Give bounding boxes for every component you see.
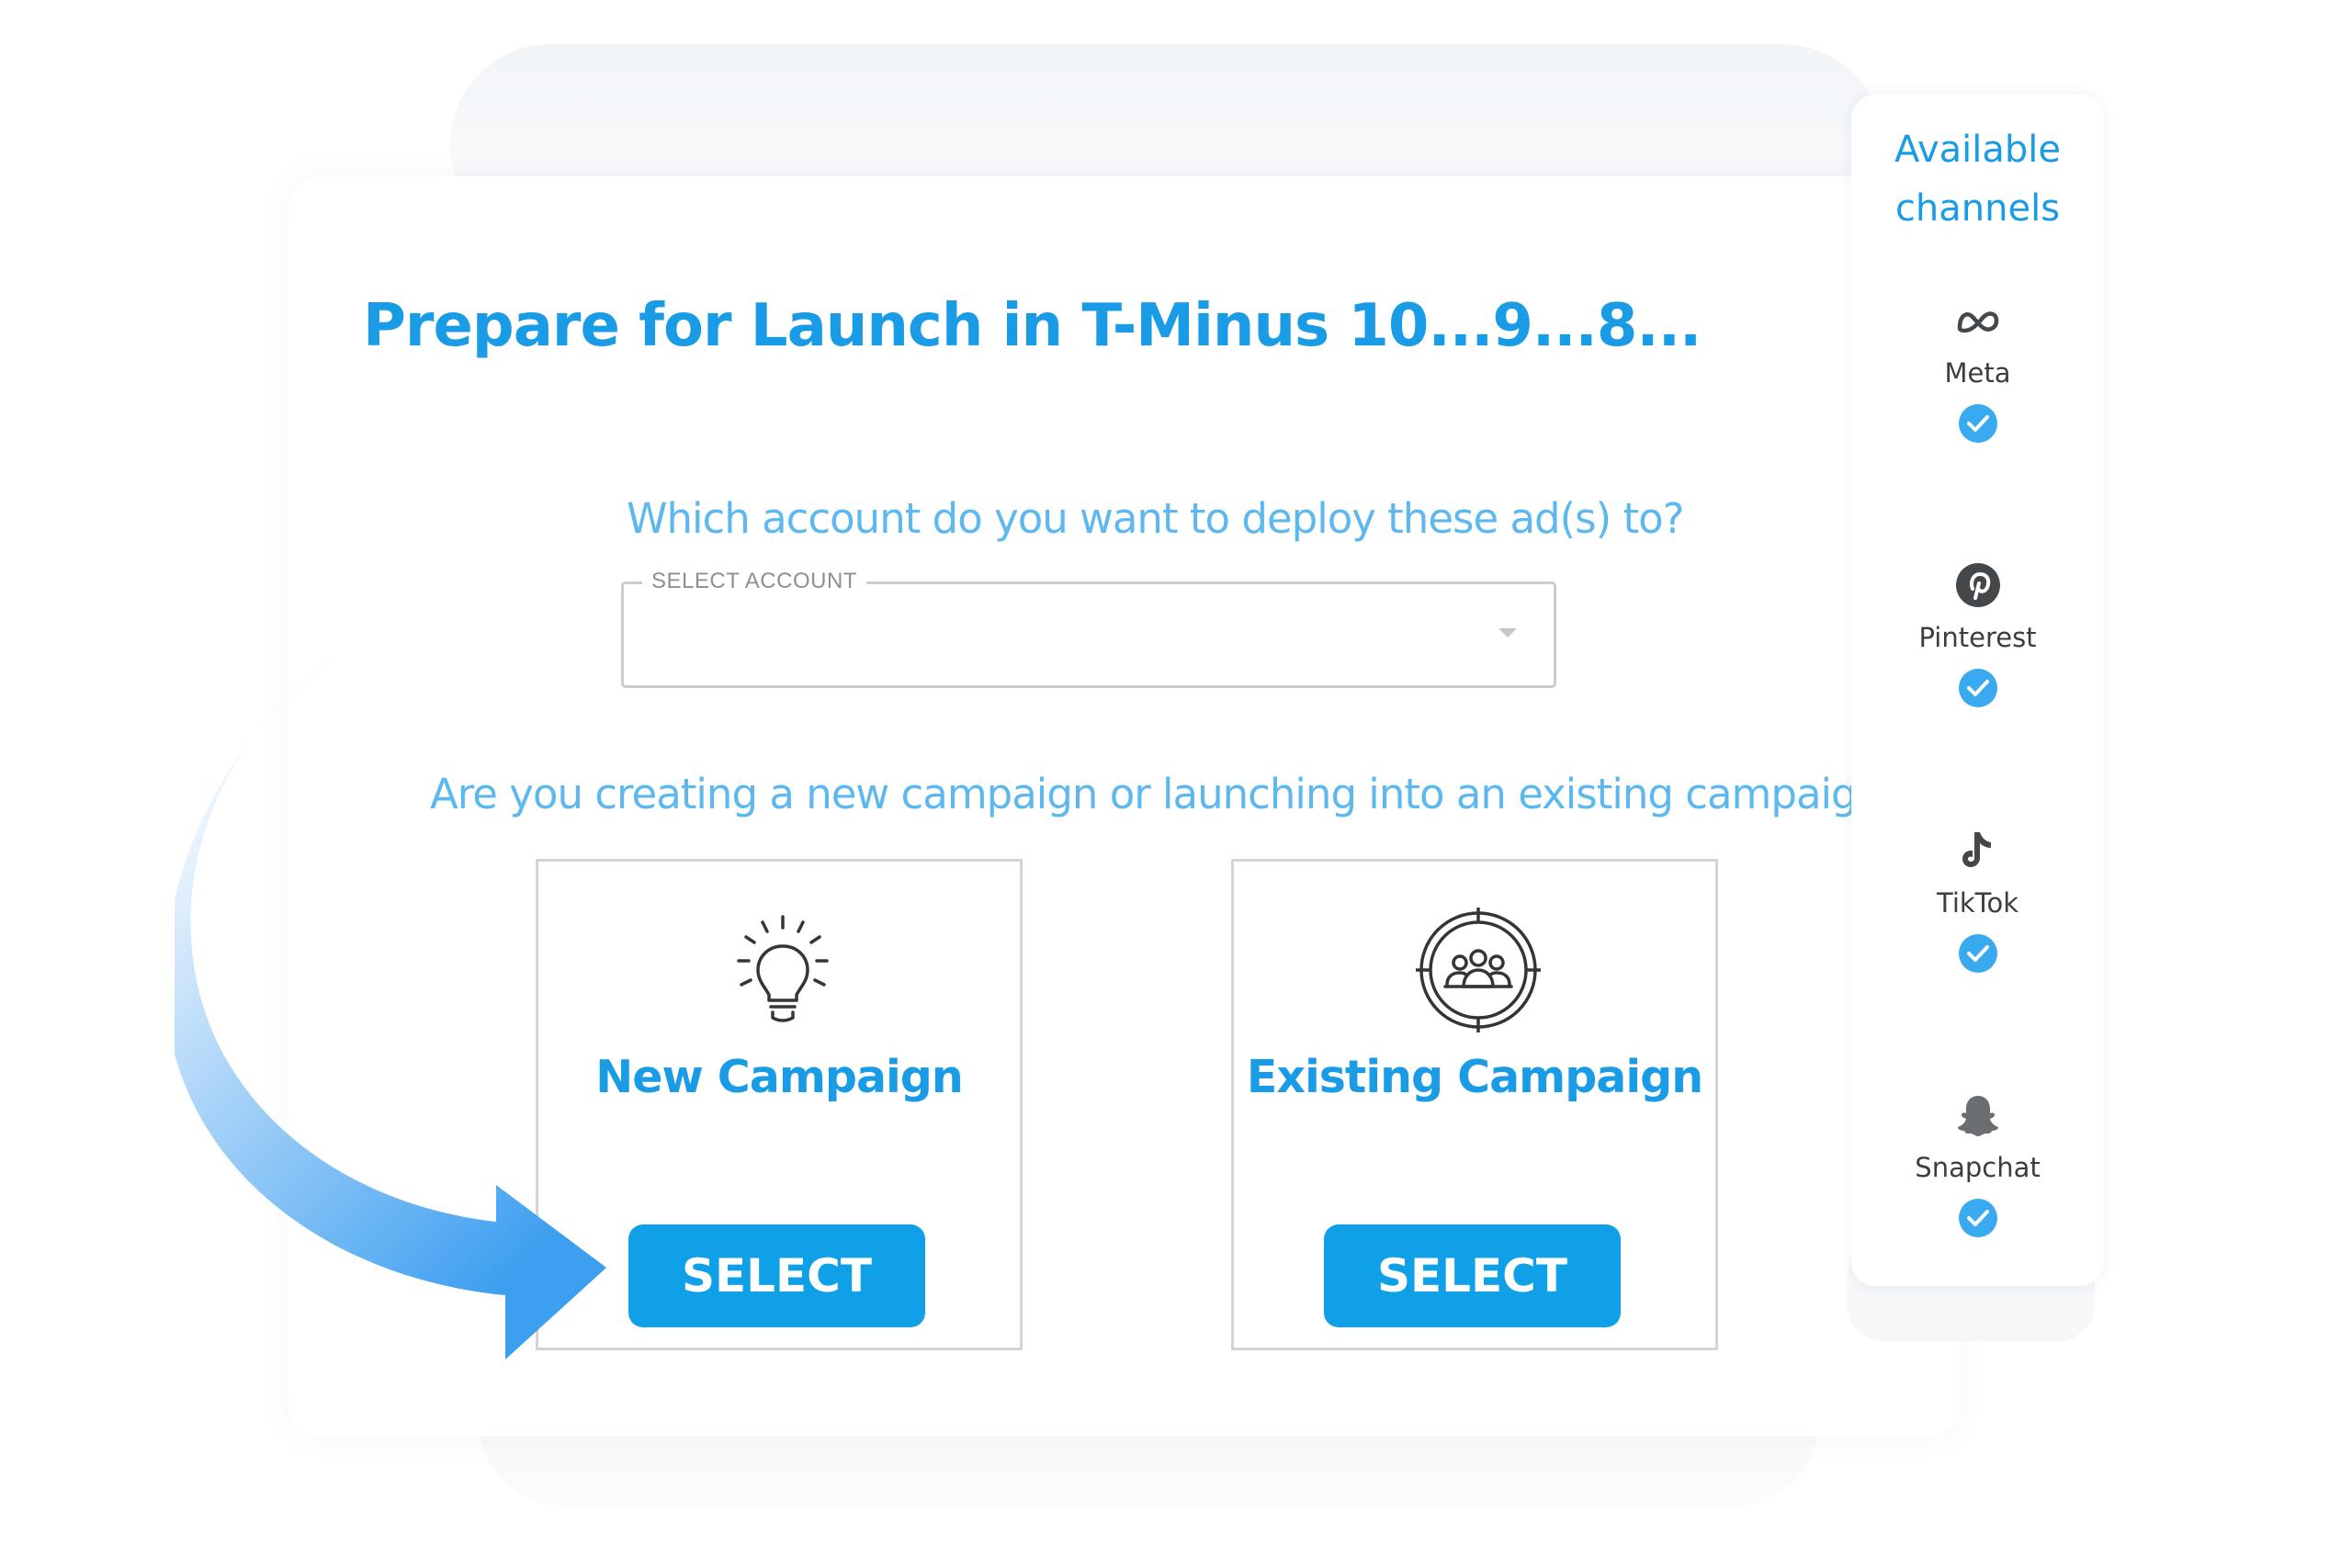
snapchat-icon <box>1958 1096 1998 1136</box>
chevron-down-icon[interactable] <box>1498 628 1517 637</box>
new-campaign-title: New Campaign <box>595 1051 964 1103</box>
channel-label: Snapchat <box>1915 1152 2041 1183</box>
channel-label: Meta <box>1944 357 2011 389</box>
check-icon <box>1959 934 1997 973</box>
channel-label: TikTok <box>1937 887 2018 919</box>
channels-title: Available channels <box>1894 129 2062 230</box>
campaign-question: Are you creating a new campaign or launc… <box>430 770 1904 818</box>
channel-snapchat: Snapchat <box>1851 1091 2104 1275</box>
available-channels-panel: Available channels Meta Pinterest TikTok <box>1851 95 2104 1286</box>
check-icon <box>1959 1199 1997 1237</box>
channel-tiktok: TikTok <box>1851 827 2104 1010</box>
tiktok-icon <box>1962 832 1991 867</box>
channel-label: Pinterest <box>1918 622 2037 653</box>
check-icon <box>1959 669 1997 707</box>
channel-pinterest: Pinterest <box>1851 561 2104 745</box>
new-campaign-card: New Campaign SELECT <box>536 859 1023 1350</box>
page-title: Prepare for Launch in T-Minus 10...9...8… <box>363 292 1702 360</box>
account-question: Which account do you want to deploy thes… <box>627 494 1685 543</box>
lightbulb-icon <box>737 915 829 1022</box>
curved-arrow-icon <box>175 643 606 1359</box>
meta-icon <box>1957 311 1999 333</box>
account-select[interactable]: SELECT ACCOUNT <box>621 569 1556 688</box>
channel-meta: Meta <box>1851 297 2104 480</box>
existing-campaign-title: Existing Campaign <box>1246 1051 1703 1103</box>
account-select-label: SELECT ACCOUNT <box>642 569 866 594</box>
new-campaign-select-button[interactable]: SELECT <box>628 1224 925 1327</box>
check-icon <box>1959 404 1997 443</box>
pinterest-icon <box>1956 563 2000 607</box>
existing-campaign-select-button[interactable]: SELECT <box>1324 1224 1621 1327</box>
audience-target-icon <box>1416 908 1541 1032</box>
existing-campaign-card: Existing Campaign SELECT <box>1231 859 1718 1350</box>
